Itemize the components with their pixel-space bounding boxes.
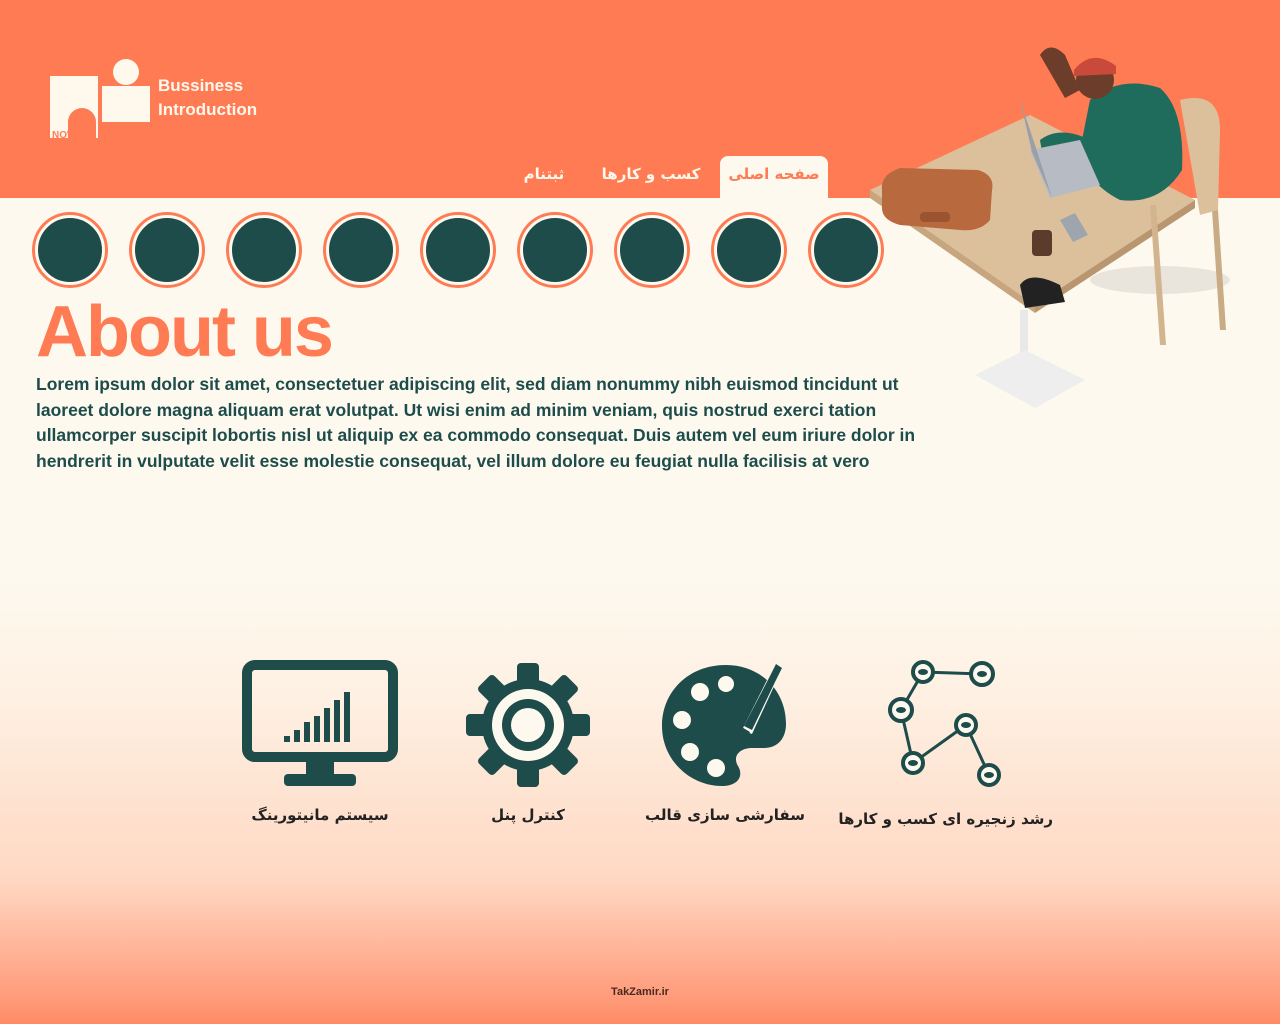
avatar[interactable] [132, 215, 202, 285]
avatar[interactable] [617, 215, 687, 285]
feature-template-customization[interactable]: سفارشی سازی قالب [620, 660, 830, 840]
avatar[interactable] [811, 215, 881, 285]
monitor-chart-icon [242, 660, 398, 786]
brand-name-line1: Bussiness [158, 76, 244, 95]
brand-name-line2: Introduction [158, 100, 258, 119]
tab-signup[interactable]: ثبتنام [504, 156, 584, 198]
main-nav: صفحه اصلی کسب و کارها ثبتنام [500, 156, 840, 198]
avatar[interactable] [35, 215, 105, 285]
feature-control-panel-label: کنترل پنل [491, 806, 565, 824]
about-body-text: Lorem ipsum dolor sit amet, consectetuer… [36, 374, 916, 471]
about-title: About us [36, 292, 334, 372]
avatar[interactable] [229, 215, 299, 285]
avatar[interactable] [326, 215, 396, 285]
palette-icon [662, 664, 786, 786]
logo-text: NOW [52, 130, 77, 141]
tab-businesses[interactable]: کسب و کارها [596, 156, 706, 198]
brand-logo[interactable]: NOW Bussiness Introduction [48, 58, 278, 142]
network-graph-icon [888, 660, 1001, 787]
avatar[interactable] [714, 215, 784, 285]
gear-icon [466, 663, 590, 787]
avatar[interactable] [520, 215, 590, 285]
feature-monitoring-label: سیستم مانیتورینگ [251, 806, 389, 824]
avatar-row [32, 215, 892, 287]
feature-control-panel[interactable]: کنترل پنل [423, 660, 633, 840]
feature-chain-growth-label: رشد زنجیره ای کسب و کارها [838, 810, 1053, 828]
brand-logo-mark: NOW [50, 59, 150, 141]
avatar[interactable] [423, 215, 493, 285]
feature-chain-growth[interactable]: رشد زنجیره ای کسب و کارها [838, 660, 1053, 840]
feature-template-customization-label: سفارشی سازی قالب [645, 806, 805, 824]
hero-illustration [870, 47, 1230, 408]
footer-credit[interactable]: TakZamir.ir [0, 986, 1280, 998]
tab-home[interactable]: صفحه اصلی [720, 156, 828, 198]
feature-monitoring[interactable]: سیستم مانیتورینگ [215, 660, 425, 840]
